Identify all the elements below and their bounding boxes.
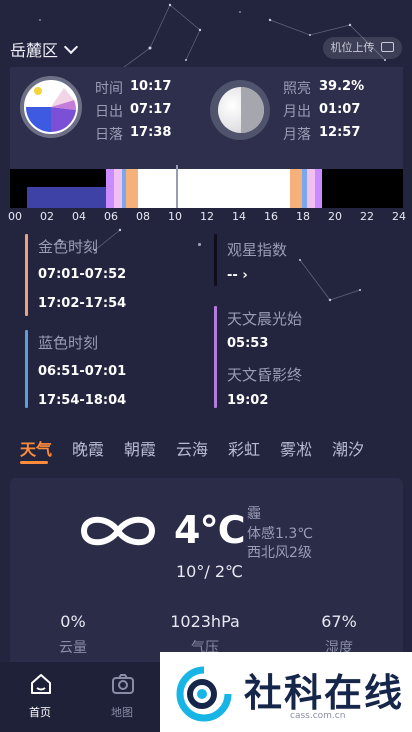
astro-dusk-segment [315, 169, 322, 208]
nav-map[interactable]: 地图 [82, 662, 162, 732]
watermark-logo [176, 666, 232, 722]
current-time-marker [176, 165, 178, 208]
tick-label: 06 [104, 210, 118, 223]
tab-sunrise-glow[interactable]: 朝霞 [124, 436, 156, 460]
location-label: 岳麓区 [10, 41, 59, 60]
tick-label: 00 [8, 210, 22, 223]
home-icon [31, 674, 51, 694]
observe-index-bar [214, 234, 217, 286]
golden-hour-evening-segment [290, 169, 302, 208]
astro-dusk-value: 19:02 [227, 393, 269, 408]
golden-hour-bar [25, 234, 28, 316]
watermark-text: 社科在线 [244, 671, 405, 715]
sunrise-label: 日出 [95, 104, 123, 120]
illumination-label: 照亮 [283, 81, 311, 97]
category-tabs: 天气 晚霞 朝霞 云海 彩虹 雾凇 潮汐 [0, 436, 412, 460]
tick-label: 22 [360, 210, 374, 223]
golden-hour-morning-segment [126, 169, 138, 208]
nav-home[interactable]: 首页 [0, 662, 80, 732]
tab-sunset-glow[interactable]: 晚霞 [72, 436, 104, 460]
tab-rainbow[interactable]: 彩虹 [228, 436, 260, 460]
observe-index-label: 观星指数 [227, 241, 288, 259]
golden-hour-label: 金色时刻 [38, 238, 99, 256]
weather-condition: 霾 [247, 506, 261, 522]
moonset-value: 12:57 [319, 125, 361, 140]
sunset-value: 17:38 [130, 125, 172, 140]
pressure-value: 1023hPa [170, 612, 240, 631]
twilight-dawn-segment [114, 169, 122, 208]
wind: 西北风2级 [247, 545, 312, 561]
chevron-right-icon: › [242, 268, 248, 283]
tick-label: 12 [200, 210, 214, 223]
tab-weather[interactable]: 天气 [20, 436, 52, 460]
tick-label: 24 [392, 210, 406, 223]
haze-weather-icon [80, 516, 156, 546]
upload-spot-button[interactable]: 机位上传 [322, 37, 402, 59]
tab-tide[interactable]: 潮汐 [332, 436, 364, 460]
daylight-segment [138, 169, 290, 208]
active-tab-indicator [20, 461, 48, 464]
tick-label: 14 [232, 210, 246, 223]
feels-like: 体感1.3℃ [247, 526, 313, 542]
astro-dawn-value: 05:53 [227, 336, 269, 351]
blue-hour-evening: 17:54-18:04 [38, 393, 127, 408]
watermark-url: cass.com.cn [290, 711, 346, 721]
tick-label: 16 [264, 210, 278, 223]
moonset-label: 月落 [283, 127, 311, 143]
golden-hour-morning: 07:01-07:52 [38, 267, 127, 282]
nav-map-label: 地图 [111, 706, 133, 719]
tab-cloud-sea[interactable]: 云海 [176, 436, 208, 460]
upload-label: 机位上传 [330, 41, 375, 54]
tab-rime[interactable]: 雾凇 [280, 436, 312, 460]
moonrise-label: 月出 [283, 104, 311, 120]
observe-index-value[interactable]: -- › [227, 268, 248, 283]
blue-hour-bar [25, 330, 28, 408]
astro-dawn-segment [106, 169, 114, 208]
cloud-cover-label: 云量 [59, 640, 87, 656]
blue-hour-label: 蓝色时刻 [38, 334, 99, 352]
astro-dawn-label: 天文晨光始 [227, 310, 303, 328]
sun-dial-chart [26, 87, 77, 133]
tick-label: 04 [72, 210, 86, 223]
chevron-down-icon [63, 39, 79, 55]
observe-index-number: -- [227, 268, 238, 283]
sun-position-dial [20, 76, 82, 138]
humidity-value: 67% [321, 612, 357, 631]
current-temperature: 4℃ [174, 508, 245, 552]
timeline-ticks: 00 02 04 06 08 10 12 14 16 18 20 22 24 [0, 208, 412, 224]
blue-hour-morning: 06:51-07:01 [38, 364, 127, 379]
tick-label: 02 [40, 210, 54, 223]
cloud-cover-value: 0% [60, 612, 86, 631]
tick-label: 18 [296, 210, 310, 223]
golden-hour-evening: 17:02-17:54 [38, 296, 127, 311]
sunrise-value: 07:17 [130, 102, 172, 117]
temperature-range: 10°/ 2℃ [176, 562, 243, 581]
tick-label: 20 [328, 210, 342, 223]
nav-home-label: 首页 [29, 706, 51, 719]
location-selector[interactable]: 岳麓区 [10, 37, 79, 61]
astro-twilight-bar [214, 306, 217, 408]
moon-visible-segment [27, 187, 107, 208]
camera-icon [112, 674, 134, 694]
illumination-value: 39.2% [319, 79, 365, 94]
astro-dusk-label: 天文昏影终 [227, 366, 303, 384]
daylight-timeline [10, 165, 403, 208]
time-label: 时间 [95, 81, 123, 97]
time-value: 10:17 [130, 79, 172, 94]
tick-label: 10 [168, 210, 182, 223]
moon-phase-icon [218, 87, 264, 133]
moonrise-value: 01:07 [319, 102, 361, 117]
dot-icon [198, 243, 201, 246]
twilight-dusk-segment [307, 169, 315, 208]
tick-label: 08 [136, 210, 150, 223]
camera-icon [381, 42, 394, 52]
sunset-label: 日落 [95, 127, 123, 143]
